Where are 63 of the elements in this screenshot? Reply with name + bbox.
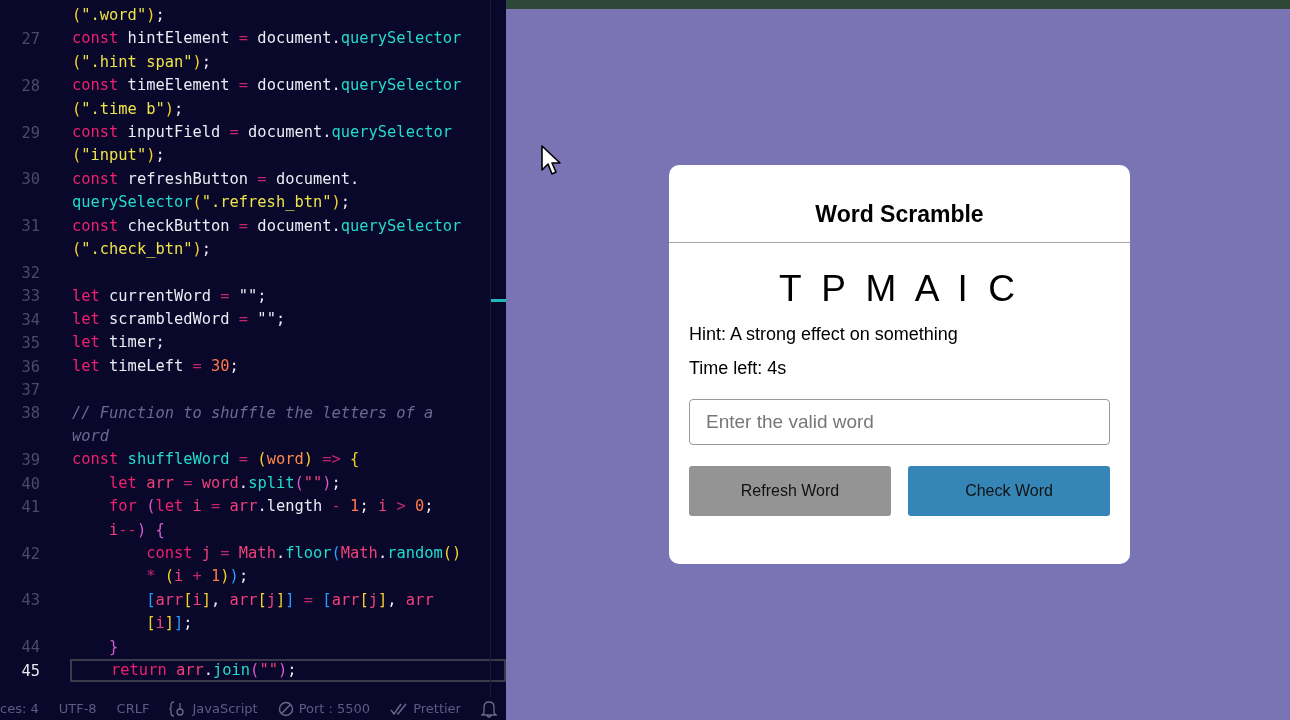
line-number: 35 xyxy=(20,334,40,353)
line-number: 34 xyxy=(20,310,40,329)
code-line: const shuffleWord = (word) => { xyxy=(72,449,360,471)
line-number: 45 xyxy=(20,661,40,680)
code-line: i--) { xyxy=(108,519,165,541)
code-line: let currentWord = ""; xyxy=(72,285,267,307)
hint-text: Hint: A strong effect on something xyxy=(689,324,959,345)
line-number: 27 xyxy=(20,30,40,49)
bell-icon[interactable] xyxy=(480,699,497,718)
code-line: const checkButton = document.querySelector xyxy=(72,215,462,237)
line-number: 28 xyxy=(20,76,40,95)
status-item[interactable]: ces: 4 xyxy=(0,701,39,716)
status-item[interactable]: Prettier xyxy=(413,701,461,716)
status-item[interactable]: Port : 5500 xyxy=(298,701,371,716)
code-line: (".check_btn"); xyxy=(72,238,212,260)
card-title: Word Scramble xyxy=(669,165,1130,243)
line-number: 38 xyxy=(20,404,40,423)
code-line: (".word"); xyxy=(72,5,165,26)
code-line: const hintElement = document.querySelector xyxy=(72,28,462,50)
code-line: let arr = word.split(""); xyxy=(108,472,341,494)
line-number: 39 xyxy=(20,451,40,470)
code-line: (".time b"); xyxy=(72,98,184,120)
line-number: 30 xyxy=(20,170,40,189)
code-line: const inputField = document.querySelector xyxy=(72,121,452,143)
code-line: } xyxy=(108,636,119,658)
status-item[interactable]: JavaScript xyxy=(192,701,258,716)
code-line: // Function to shuffle the letters of a xyxy=(72,402,434,424)
code-line: let timeLeft = 30; xyxy=(72,355,239,377)
code-line: (".hint span"); xyxy=(72,51,212,73)
code-line: querySelector(".refresh_btn"); xyxy=(72,192,351,214)
code-line: [i]]; xyxy=(145,613,193,635)
status-item[interactable]: CRLF xyxy=(116,701,150,716)
line-number: 29 xyxy=(20,123,40,142)
line-number: 42 xyxy=(20,544,40,563)
code-line: const refreshButton = document. xyxy=(72,168,360,190)
no-entry-icon[interactable] xyxy=(277,700,294,717)
code-line: for (let i = arr.length - 1; i > 0; xyxy=(108,496,434,518)
double-check-icon[interactable] xyxy=(390,701,409,716)
line-number: 41 xyxy=(20,497,40,516)
word-input-field[interactable]: Enter the valid word xyxy=(689,399,1110,445)
status-item[interactable]: UTF-8 xyxy=(58,701,97,716)
code-line: * (i + 1)); xyxy=(145,566,249,588)
code-line: let timer; xyxy=(72,332,165,354)
time-left-text: Time left: 4s xyxy=(689,358,788,379)
check-word-button[interactable]: Check Word xyxy=(908,466,1110,516)
code-line: let scrambledWord = ""; xyxy=(72,309,286,331)
overview-ruler-mark xyxy=(490,299,506,302)
code-line: [arr[i], arr[j]] = [arr[j], arr xyxy=(145,589,434,611)
line-number: 44 xyxy=(20,638,40,657)
code-line: word xyxy=(72,426,110,448)
refresh-word-button[interactable]: Refresh Word xyxy=(689,466,891,516)
code-line: const timeElement = document.querySelector xyxy=(72,75,462,97)
line-number: 32 xyxy=(20,264,40,282)
cursor-icon xyxy=(541,145,563,177)
scrambled-word: T P M A I C xyxy=(778,267,1021,311)
line-number: 43 xyxy=(20,591,40,610)
line-number: 36 xyxy=(20,357,40,376)
line-number: 31 xyxy=(20,217,40,236)
code-line: const j = Math.floor(Math.random() xyxy=(145,543,462,564)
code-line: ("input"); xyxy=(72,145,165,167)
line-number: 37 xyxy=(20,380,40,399)
line-number: 33 xyxy=(20,287,40,306)
line-number: 40 xyxy=(20,474,40,493)
